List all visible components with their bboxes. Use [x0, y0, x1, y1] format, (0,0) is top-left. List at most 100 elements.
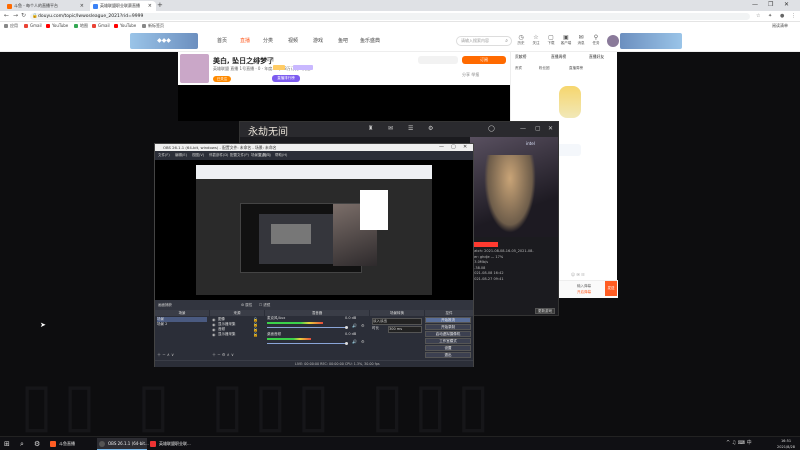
tasks-button[interactable]: ⚲ 任务 — [589, 34, 603, 46]
follow-list-button[interactable]: ☆ 关注 — [529, 34, 543, 46]
settings-icon[interactable]: ⚙ — [428, 125, 433, 132]
menu-file[interactable]: 文件(F) — [158, 151, 170, 160]
menu-icon[interactable]: ⋮ — [791, 13, 796, 19]
minimize-button[interactable]: — — [752, 1, 758, 8]
list-icon[interactable]: ☰ — [408, 125, 413, 132]
video-player[interactable] — [178, 85, 510, 121]
site-logo[interactable]: ◆◆◆ — [130, 33, 198, 49]
gear-icon[interactable]: ⚙ — [361, 339, 365, 344]
back-icon[interactable]: ← — [4, 12, 9, 19]
nav-festival[interactable]: 鱼乐盛典 — [360, 37, 380, 44]
duration-input[interactable]: 300 ms — [388, 326, 422, 333]
menu-help[interactable]: 帮助(H) — [275, 151, 287, 160]
reading-list[interactable]: 阅读清单 — [772, 22, 788, 30]
taskbar-app-browser[interactable]: 英雄联盟职业联... — [148, 438, 198, 450]
send-button[interactable]: 发送 — [605, 281, 617, 296]
chat-tab-2[interactable]: 直播周榜 — [551, 54, 566, 60]
scene-item-2[interactable]: 场景 2 — [157, 322, 167, 327]
obs-preview[interactable] — [155, 160, 473, 300]
settings-button[interactable]: 设置 — [425, 345, 471, 351]
menu-docks[interactable]: 停靠部件(D) — [209, 151, 228, 160]
clock[interactable]: 16:51 2021/8/28 — [772, 438, 800, 450]
system-tray[interactable]: ^ ♫ ⌨ 中 — [726, 439, 752, 446]
chat-subtab-2[interactable]: 粉丝团 — [539, 66, 550, 71]
nav-game[interactable]: 游戏 — [313, 37, 323, 44]
chat-subtab-3[interactable]: 直播周榜 — [569, 66, 583, 71]
nav-live[interactable]: 直播 — [240, 37, 250, 44]
user-avatar[interactable] — [607, 35, 619, 47]
chat-tab-3[interactable]: 直播好友 — [589, 54, 604, 60]
extensions-icon[interactable]: ✦ — [768, 13, 772, 19]
bookmark-gmail-2[interactable]: Gmail — [92, 22, 110, 30]
nav-video[interactable]: 视频 — [288, 37, 298, 44]
site-search-input[interactable]: 请输入搜索内容 ⌕ — [456, 36, 512, 46]
eye-icon[interactable]: ◉ — [212, 332, 216, 337]
lock-icon[interactable]: 🔓 — [253, 332, 258, 337]
maximize-button[interactable]: ❐ — [768, 1, 773, 8]
close-icon[interactable]: ✕ — [463, 144, 467, 151]
profile-icon[interactable]: ● — [780, 13, 784, 19]
settings-icon[interactable]: ⚙ — [34, 439, 40, 449]
gear-icon[interactable]: ⚙ — [361, 323, 365, 328]
bookmark-youtube[interactable]: YouTube — [46, 22, 68, 30]
mail-icon[interactable]: ✉ — [388, 125, 393, 132]
menu-profile[interactable]: 配置文件(P) — [230, 151, 249, 160]
share-report-links[interactable]: 分享 举报 — [462, 72, 479, 78]
bookmark-gmail[interactable]: Gmail — [24, 22, 42, 30]
menu-edit[interactable]: 编辑(E) — [175, 151, 187, 160]
speaker-icon[interactable]: 🔊 — [352, 339, 357, 344]
forward-icon[interactable]: → — [13, 12, 18, 19]
close-icon[interactable]: ✕ — [548, 125, 553, 132]
star-icon[interactable]: ☆ — [756, 13, 760, 19]
chat-tab-1[interactable]: 贡献榜 — [515, 54, 526, 60]
properties-button[interactable]: ⚙ 属性 — [241, 300, 252, 310]
close-icon[interactable]: × — [148, 1, 152, 11]
studio-mode-button[interactable]: 工作室模式 — [425, 338, 471, 344]
client-button[interactable]: ▣ 客户端 — [559, 34, 573, 46]
minimize-icon[interactable]: — — [439, 144, 444, 151]
new-tab-button[interactable]: + — [157, 1, 165, 10]
source-item-4[interactable]: 显示器采集 — [218, 332, 236, 337]
menu-tools[interactable]: 工具(T) — [259, 151, 271, 160]
exit-button[interactable]: 退出 — [425, 352, 471, 358]
history-button[interactable]: ◷ 历史 — [514, 34, 528, 46]
messages-button[interactable]: ✉ 消息 — [574, 34, 588, 46]
transition-select[interactable]: 淡入淡出 — [372, 318, 422, 325]
bookmark-youtube-2[interactable]: YouTube — [114, 22, 136, 30]
mixer-channel-2-slider[interactable] — [267, 343, 347, 344]
search-icon[interactable]: ⌕ — [505, 37, 508, 45]
reload-icon[interactable]: ↻ — [21, 12, 26, 19]
nav-category[interactable]: 分类 — [263, 37, 273, 44]
browser-tab-2[interactable]: 英雄联盟职业联赛直播 × — [90, 1, 156, 11]
bookmark-newtab[interactable]: 新标签页 — [142, 22, 164, 30]
bookmark-apps[interactable]: 应用 — [4, 22, 18, 30]
start-streaming-button[interactable]: 开始推流 — [425, 317, 471, 323]
taskbar-app-obs[interactable]: OBS 26.1.1 (64-bit... — [97, 438, 149, 450]
close-icon[interactable]: × — [80, 1, 84, 11]
taskbar-app-douyu[interactable]: 斗鱼直播 — [48, 438, 96, 450]
add-scene-icon[interactable]: ＋ − ∧ ∨ — [157, 352, 174, 357]
filters-button[interactable]: ☐ 滤镜 — [259, 300, 270, 310]
maximize-icon[interactable]: ▢ — [535, 125, 541, 132]
download-button[interactable]: ▢ 下载 — [544, 34, 558, 46]
close-window-button[interactable]: ✕ — [784, 1, 789, 8]
mixer-channel-2-knob[interactable] — [345, 342, 348, 345]
speaker-icon[interactable]: 🔊 — [352, 323, 357, 328]
rank-button[interactable]: 直播排行榜 — [272, 75, 300, 82]
search-icon[interactable]: ⌕ — [20, 439, 24, 449]
virtual-camera-button[interactable]: 启动虚拟摄像机 — [425, 331, 471, 337]
user-icon[interactable]: ◯ — [488, 125, 495, 132]
nav-home[interactable]: 首页 — [217, 37, 227, 44]
minimize-icon[interactable]: — — [520, 125, 526, 132]
mixer-channel-1-knob[interactable] — [345, 326, 348, 329]
chat-tool-icons[interactable]: ☺ ✉ ☷ — [571, 272, 585, 277]
update-button[interactable]: 更新游戏 — [535, 308, 555, 314]
browser-tab-1[interactable]: 斗鱼 - 每个人的直播平台 × — [4, 1, 88, 11]
start-icon[interactable]: ⊞ — [4, 439, 10, 449]
subscribe-button[interactable]: 订阅 — [462, 56, 506, 64]
room-tag[interactable]: 英雄 — [266, 57, 274, 63]
mixer-channel-1-slider[interactable] — [267, 327, 347, 328]
bookmark-maps[interactable]: 地图 — [74, 22, 88, 30]
streamer-avatar[interactable] — [180, 54, 209, 83]
url-field[interactable]: 🔒 douyu.com/topic/lwwosleague_2021?rid=9… — [30, 13, 750, 20]
